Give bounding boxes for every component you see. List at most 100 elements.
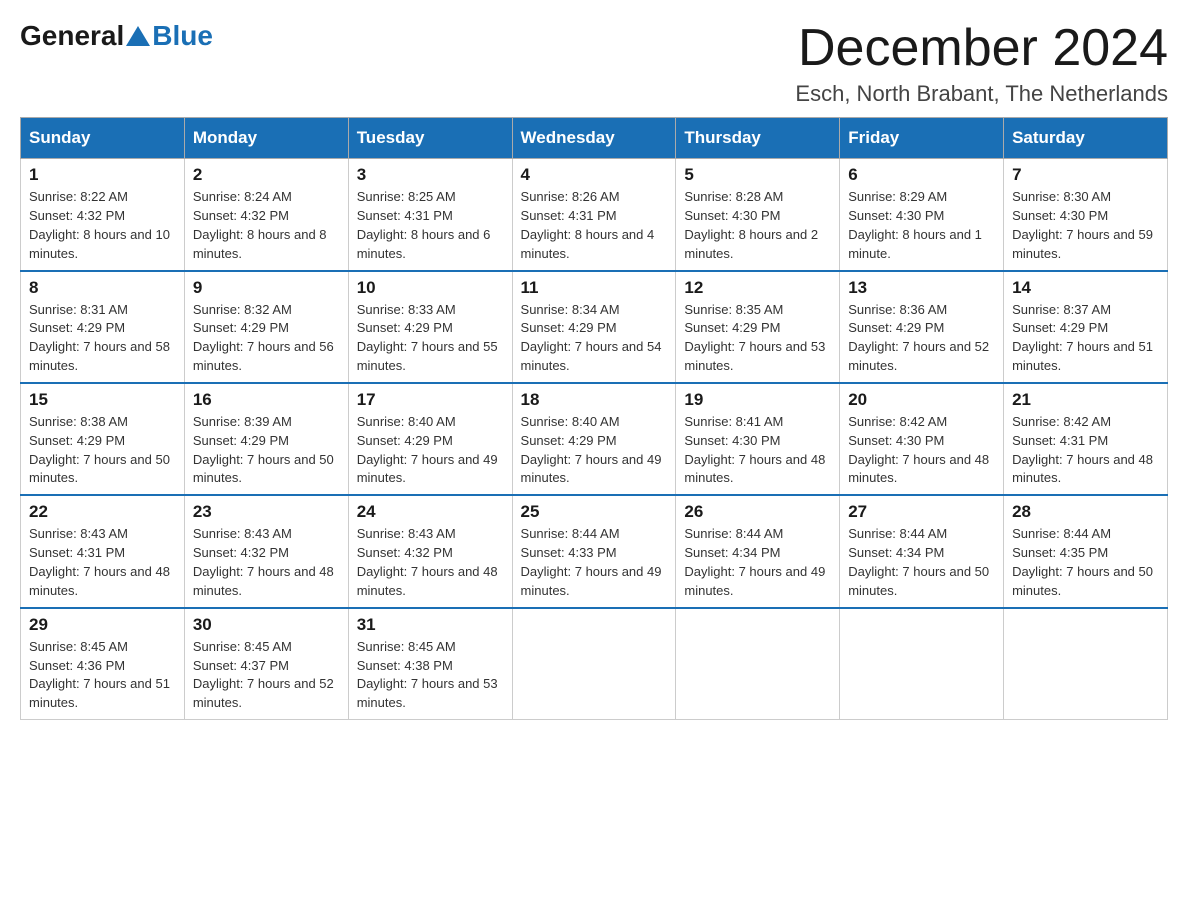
calendar-day-cell: 28 Sunrise: 8:44 AMSunset: 4:35 PMDayligh… xyxy=(1004,495,1168,607)
calendar-day-cell: 10 Sunrise: 8:33 AMSunset: 4:29 PMDayligh… xyxy=(348,271,512,383)
day-number: 28 xyxy=(1012,502,1159,522)
day-number: 3 xyxy=(357,165,504,185)
calendar-day-cell: 18Sunrise: 8:40 AMSunset: 4:29 PMDayligh… xyxy=(512,383,676,495)
day-number: 29 xyxy=(29,615,176,635)
day-info: Sunrise: 8:30 AMSunset: 4:30 PMDaylight:… xyxy=(1012,188,1159,263)
day-info: Sunrise: 8:43 AMSunset: 4:31 PMDaylight:… xyxy=(29,525,176,600)
day-info: Sunrise: 8:45 AMSunset: 4:37 PMDaylight:… xyxy=(193,638,340,713)
calendar-day-cell xyxy=(676,608,840,720)
day-info: Sunrise: 8:44 AMSunset: 4:33 PMDaylight:… xyxy=(521,525,668,600)
calendar-day-cell: 12 Sunrise: 8:35 AMSunset: 4:29 PMDayligh… xyxy=(676,271,840,383)
calendar-header-row: SundayMondayTuesdayWednesdayThursdayFrid… xyxy=(21,118,1168,159)
day-number: 5 xyxy=(684,165,831,185)
calendar-week-row: 8 Sunrise: 8:31 AMSunset: 4:29 PMDaylight… xyxy=(21,271,1168,383)
day-info: Sunrise: 8:45 AMSunset: 4:36 PMDaylight:… xyxy=(29,638,176,713)
day-number: 21 xyxy=(1012,390,1159,410)
day-number: 22 xyxy=(29,502,176,522)
calendar-day-cell: 9 Sunrise: 8:32 AMSunset: 4:29 PMDaylight… xyxy=(184,271,348,383)
day-number: 25 xyxy=(521,502,668,522)
day-info: Sunrise: 8:22 AMSunset: 4:32 PMDaylight:… xyxy=(29,188,176,263)
day-number: 20 xyxy=(848,390,995,410)
day-info: Sunrise: 8:37 AMSunset: 4:29 PMDaylight:… xyxy=(1012,301,1159,376)
day-info: Sunrise: 8:26 AMSunset: 4:31 PMDaylight:… xyxy=(521,188,668,263)
calendar-header-thursday: Thursday xyxy=(676,118,840,159)
day-number: 4 xyxy=(521,165,668,185)
day-info: Sunrise: 8:43 AMSunset: 4:32 PMDaylight:… xyxy=(193,525,340,600)
day-info: Sunrise: 8:40 AMSunset: 4:29 PMDaylight:… xyxy=(357,413,504,488)
day-number: 2 xyxy=(193,165,340,185)
day-info: Sunrise: 8:34 AMSunset: 4:29 PMDaylight:… xyxy=(521,301,668,376)
day-info: Sunrise: 8:39 AMSunset: 4:29 PMDaylight:… xyxy=(193,413,340,488)
calendar-day-cell: 23 Sunrise: 8:43 AMSunset: 4:32 PMDayligh… xyxy=(184,495,348,607)
calendar-day-cell xyxy=(512,608,676,720)
day-info: Sunrise: 8:42 AMSunset: 4:30 PMDaylight:… xyxy=(848,413,995,488)
day-info: Sunrise: 8:42 AMSunset: 4:31 PMDaylight:… xyxy=(1012,413,1159,488)
day-info: Sunrise: 8:33 AMSunset: 4:29 PMDaylight:… xyxy=(357,301,504,376)
calendar-week-row: 1 Sunrise: 8:22 AMSunset: 4:32 PMDaylight… xyxy=(21,159,1168,271)
day-info: Sunrise: 8:35 AMSunset: 4:29 PMDaylight:… xyxy=(684,301,831,376)
calendar-day-cell: 26Sunrise: 8:44 AMSunset: 4:34 PMDayligh… xyxy=(676,495,840,607)
calendar-day-cell: 31 Sunrise: 8:45 AMSunset: 4:38 PMDayligh… xyxy=(348,608,512,720)
day-number: 19 xyxy=(684,390,831,410)
calendar-day-cell: 14 Sunrise: 8:37 AMSunset: 4:29 PMDayligh… xyxy=(1004,271,1168,383)
calendar-header-saturday: Saturday xyxy=(1004,118,1168,159)
day-number: 18 xyxy=(521,390,668,410)
day-number: 11 xyxy=(521,278,668,298)
calendar-day-cell: 27 Sunrise: 8:44 AMSunset: 4:34 PMDayligh… xyxy=(840,495,1004,607)
day-info: Sunrise: 8:25 AMSunset: 4:31 PMDaylight:… xyxy=(357,188,504,263)
calendar-day-cell: 4 Sunrise: 8:26 AMSunset: 4:31 PMDaylight… xyxy=(512,159,676,271)
calendar-header-friday: Friday xyxy=(840,118,1004,159)
day-number: 30 xyxy=(193,615,340,635)
calendar-day-cell: 25 Sunrise: 8:44 AMSunset: 4:33 PMDayligh… xyxy=(512,495,676,607)
day-number: 31 xyxy=(357,615,504,635)
day-info: Sunrise: 8:41 AMSunset: 4:30 PMDaylight:… xyxy=(684,413,831,488)
calendar-day-cell: 1 Sunrise: 8:22 AMSunset: 4:32 PMDaylight… xyxy=(21,159,185,271)
calendar-day-cell: 30 Sunrise: 8:45 AMSunset: 4:37 PMDayligh… xyxy=(184,608,348,720)
calendar-header-sunday: Sunday xyxy=(21,118,185,159)
calendar-week-row: 29 Sunrise: 8:45 AMSunset: 4:36 PMDayligh… xyxy=(21,608,1168,720)
calendar-header-wednesday: Wednesday xyxy=(512,118,676,159)
title-section: December 2024 Esch, North Brabant, The N… xyxy=(795,20,1168,107)
calendar-day-cell xyxy=(1004,608,1168,720)
calendar-day-cell: 21 Sunrise: 8:42 AMSunset: 4:31 PMDayligh… xyxy=(1004,383,1168,495)
day-info: Sunrise: 8:44 AMSunset: 4:35 PMDaylight:… xyxy=(1012,525,1159,600)
day-info: Sunrise: 8:29 AMSunset: 4:30 PMDaylight:… xyxy=(848,188,995,263)
day-number: 9 xyxy=(193,278,340,298)
calendar-day-cell: 29 Sunrise: 8:45 AMSunset: 4:36 PMDayligh… xyxy=(21,608,185,720)
location-subtitle: Esch, North Brabant, The Netherlands xyxy=(795,81,1168,107)
calendar-header-monday: Monday xyxy=(184,118,348,159)
calendar-day-cell: 20 Sunrise: 8:42 AMSunset: 4:30 PMDayligh… xyxy=(840,383,1004,495)
day-number: 6 xyxy=(848,165,995,185)
calendar-day-cell: 2Sunrise: 8:24 AMSunset: 4:32 PMDaylight… xyxy=(184,159,348,271)
day-number: 12 xyxy=(684,278,831,298)
calendar-week-row: 22 Sunrise: 8:43 AMSunset: 4:31 PMDayligh… xyxy=(21,495,1168,607)
day-info: Sunrise: 8:45 AMSunset: 4:38 PMDaylight:… xyxy=(357,638,504,713)
calendar-day-cell: 3 Sunrise: 8:25 AMSunset: 4:31 PMDaylight… xyxy=(348,159,512,271)
day-number: 23 xyxy=(193,502,340,522)
calendar-day-cell: 16 Sunrise: 8:39 AMSunset: 4:29 PMDayligh… xyxy=(184,383,348,495)
day-number: 15 xyxy=(29,390,176,410)
day-info: Sunrise: 8:44 AMSunset: 4:34 PMDaylight:… xyxy=(848,525,995,600)
calendar-day-cell: 11 Sunrise: 8:34 AMSunset: 4:29 PMDayligh… xyxy=(512,271,676,383)
day-number: 1 xyxy=(29,165,176,185)
day-number: 10 xyxy=(357,278,504,298)
day-number: 16 xyxy=(193,390,340,410)
logo-triangle-icon xyxy=(126,26,150,46)
day-info: Sunrise: 8:31 AMSunset: 4:29 PMDaylight:… xyxy=(29,301,176,376)
calendar-day-cell: 17Sunrise: 8:40 AMSunset: 4:29 PMDayligh… xyxy=(348,383,512,495)
logo-general-text: General xyxy=(20,20,124,52)
day-number: 13 xyxy=(848,278,995,298)
day-number: 24 xyxy=(357,502,504,522)
month-title: December 2024 xyxy=(795,20,1168,77)
calendar-day-cell: 6 Sunrise: 8:29 AMSunset: 4:30 PMDaylight… xyxy=(840,159,1004,271)
day-number: 8 xyxy=(29,278,176,298)
calendar-day-cell: 15Sunrise: 8:38 AMSunset: 4:29 PMDayligh… xyxy=(21,383,185,495)
page-header: General Blue December 2024 Esch, North B… xyxy=(20,20,1168,107)
logo: General Blue xyxy=(20,20,213,52)
day-number: 14 xyxy=(1012,278,1159,298)
day-info: Sunrise: 8:36 AMSunset: 4:29 PMDaylight:… xyxy=(848,301,995,376)
day-info: Sunrise: 8:32 AMSunset: 4:29 PMDaylight:… xyxy=(193,301,340,376)
day-number: 27 xyxy=(848,502,995,522)
logo-blue-text: Blue xyxy=(152,20,213,52)
day-info: Sunrise: 8:28 AMSunset: 4:30 PMDaylight:… xyxy=(684,188,831,263)
